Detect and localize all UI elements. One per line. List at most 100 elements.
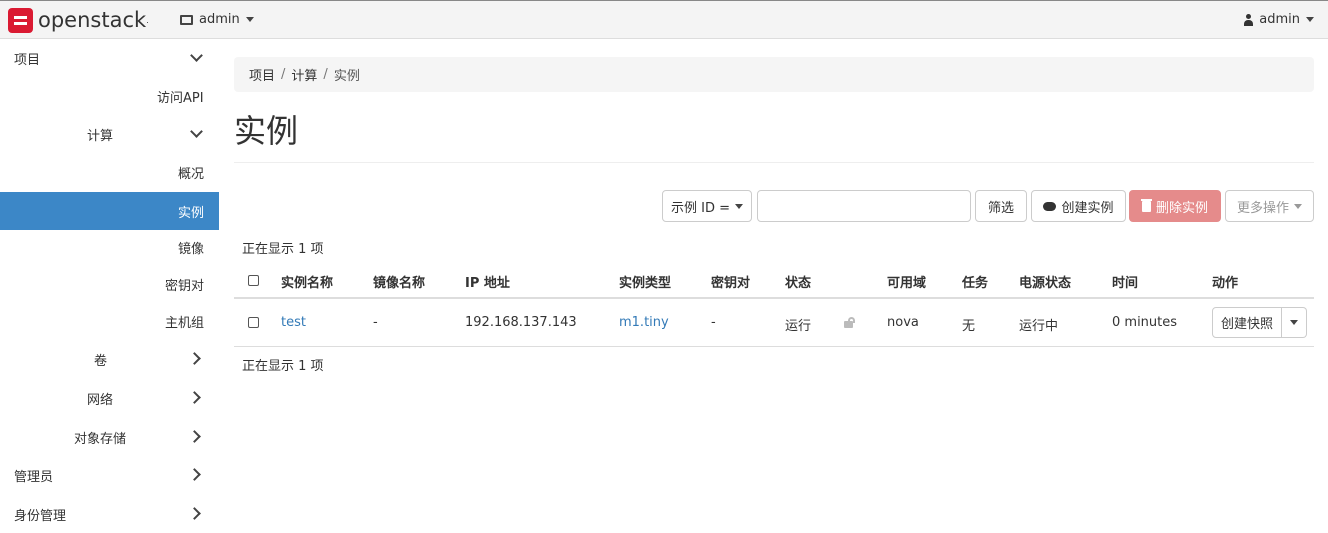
openstack-logo-icon [8,7,33,33]
column-header[interactable]: 实例名称 [281,272,333,291]
user-menu[interactable]: admin [1244,12,1314,27]
image-name: - [373,315,378,330]
sidebar-item-label: 网络 [87,392,114,408]
breadcrumb-separator: / [323,67,328,82]
caret-down-icon [1290,320,1298,325]
power-state: 运行中 [1019,319,1059,334]
openstack-logo[interactable]: openstack . [8,7,149,33]
instance-name-link[interactable]: test [281,315,306,330]
sidebar-item-server-groups[interactable]: 主机组 [0,302,219,340]
filter-button[interactable]: 筛选 [975,190,1027,222]
chevron-right-icon [188,507,201,520]
monitor-icon [180,14,193,25]
sidebar-item-label: 卷 [94,353,108,369]
caret-down-icon [735,203,743,209]
filter-button-label: 筛选 [987,200,1014,216]
delete-instances-button[interactable]: 删除实例 [1129,190,1221,222]
row-actions: 创建快照 [1212,307,1307,338]
user-icon [1244,13,1254,26]
availability-zone: nova [887,315,919,330]
sidebar-item-label: 身份管理 [14,508,67,524]
column-header: 动作 [1212,276,1239,291]
instance-status: 运行 [785,319,812,334]
breadcrumb-current: 实例 [333,69,360,84]
sidebar-item-api-access[interactable]: 访问API [0,77,219,115]
user-name: admin [1259,12,1300,27]
sidebar-item-label: 密钥对 [165,278,205,294]
task: 无 [962,319,976,334]
sidebar-item-network[interactable]: 网络 [0,379,219,417]
project-selector[interactable]: admin [180,12,254,27]
sidebar-item-admin[interactable]: 管理员 [0,456,219,494]
filter-input[interactable] [757,190,971,222]
create-snapshot-button[interactable]: 创建快照 [1212,307,1282,338]
column-header[interactable]: 任务 [962,272,988,291]
sidebar-item-compute[interactable]: 计算 [0,115,219,153]
create-snapshot-label: 创建快照 [1220,317,1273,332]
chevron-right-icon [188,352,201,365]
breadcrumb: 项目 / 计算 / 实例 [234,57,1314,92]
flavor-link[interactable]: m1.tiny [619,315,669,330]
sidebar-item-instances[interactable]: 实例 [0,192,219,230]
more-actions-label: 更多操作 [1236,200,1289,216]
launch-instance-label: 创建实例 [1061,200,1114,216]
column-header[interactable]: IP 地址 [465,272,510,291]
chevron-down-icon [190,125,203,138]
cloud-upload-icon [1043,201,1057,211]
sidebar-item-label: 对象存储 [74,431,127,447]
filter-field-select[interactable]: 示例 ID = [662,190,752,222]
row-checkbox[interactable] [248,317,259,328]
chevron-right-icon [188,391,201,404]
launch-instance-button[interactable]: 创建实例 [1031,190,1126,222]
trash-icon [1140,198,1152,212]
sidebar-item-overview[interactable]: 概况 [0,153,219,191]
divider [234,162,1314,163]
brand-mark: . [146,15,149,25]
more-actions-button[interactable]: 更多操作 [1225,190,1314,222]
item-count-top: 正在显示 1 项 [242,242,324,257]
caret-down-icon [1294,203,1302,209]
sidebar-item-label: 镜像 [178,241,205,257]
sidebar-item-project[interactable]: 项目 [0,39,219,77]
delete-instances-label: 删除实例 [1155,200,1208,216]
column-header[interactable]: 实例类型 [619,272,671,291]
caret-down-icon [245,17,254,22]
sidebar-item-label: 管理员 [14,469,54,485]
sidebar-item-label: 实例 [178,205,205,221]
age: 0 minutes [1112,315,1178,330]
row-actions-dropdown-toggle[interactable] [1282,307,1307,338]
sidebar: 项目 访问API 计算 概况 实例 镜像 密钥对 主机组 卷 网络 对象存储 管… [0,39,219,531]
sidebar-item-label: 主机组 [165,315,205,331]
column-header[interactable]: 密钥对 [711,272,750,291]
sidebar-item-label: 项目 [14,52,41,68]
column-header[interactable]: 时间 [1112,272,1138,291]
sidebar-item-label: 概况 [178,166,205,182]
chevron-right-icon [188,430,201,443]
chevron-right-icon [188,468,201,481]
table-header: 实例名称 镜像名称 IP 地址 实例类型 密钥对 状态 可用域 任务 电源状态 … [234,262,1314,299]
unlocked-icon [844,317,855,328]
filter-field-label: 示例 ID = [670,200,730,216]
column-header[interactable]: 镜像名称 [373,272,425,291]
sidebar-item-label: 计算 [87,128,114,144]
breadcrumb-item[interactable]: 计算 [291,65,317,84]
breadcrumb-separator: / [281,67,286,82]
table-row: test - 192.168.137.143 m1.tiny - 运行 nova… [234,299,1314,347]
sidebar-item-label: 访问API [157,90,204,106]
sidebar-item-key-pairs[interactable]: 密钥对 [0,265,219,303]
caret-down-icon [1306,17,1314,22]
breadcrumb-item[interactable]: 项目 [249,65,275,84]
top-navbar: openstack . admin admin [0,0,1328,39]
sidebar-item-images[interactable]: 镜像 [0,228,219,266]
column-header[interactable]: 可用域 [887,272,926,291]
item-count-bottom: 正在显示 1 项 [242,359,324,374]
column-header[interactable]: 电源状态 [1019,272,1071,291]
select-all-checkbox[interactable] [248,275,259,286]
key-pair: - [711,315,716,330]
sidebar-item-identity[interactable]: 身份管理 [0,495,219,533]
sidebar-item-object-store[interactable]: 对象存储 [0,418,219,456]
sidebar-item-volumes[interactable]: 卷 [0,340,219,378]
chevron-down-icon [190,49,203,62]
page-title: 实例 [234,112,299,150]
column-header[interactable]: 状态 [785,272,811,291]
